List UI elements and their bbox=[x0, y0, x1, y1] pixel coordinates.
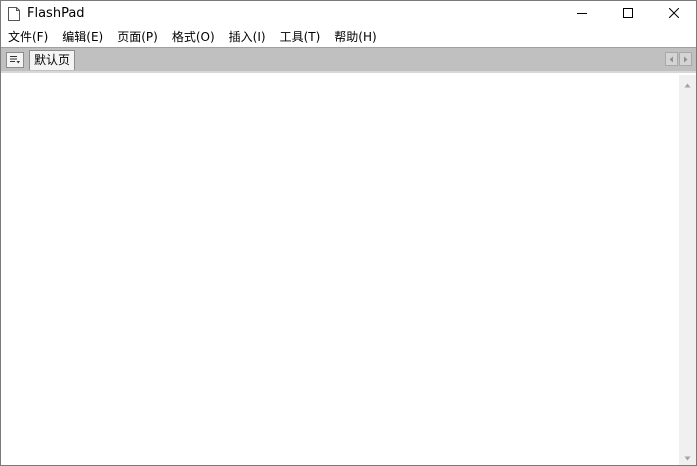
menu-file[interactable]: 文件(F) bbox=[1, 27, 55, 47]
menu-insert[interactable]: 插入(I) bbox=[222, 27, 273, 47]
vertical-scrollbar[interactable] bbox=[679, 75, 696, 465]
document-icon bbox=[7, 6, 21, 22]
triangle-down-icon bbox=[684, 450, 691, 464]
menu-page[interactable]: 页面(P) bbox=[110, 27, 165, 47]
tab-list-button[interactable] bbox=[6, 52, 24, 68]
title-bar[interactable]: FlashPad bbox=[1, 1, 696, 27]
minimize-icon bbox=[577, 7, 587, 21]
maximize-icon bbox=[623, 7, 633, 21]
close-button[interactable] bbox=[651, 1, 696, 27]
tab-scroll-left-button[interactable] bbox=[665, 52, 678, 66]
scroll-down-button[interactable] bbox=[679, 448, 696, 465]
menu-format[interactable]: 格式(O) bbox=[165, 27, 222, 47]
tab-scroll-right-button[interactable] bbox=[679, 52, 692, 66]
scroll-up-button[interactable] bbox=[679, 75, 696, 92]
app-window: FlashPad 文件(F) 编辑(E) 页面(P) 格式(O) 插入(I) 工… bbox=[0, 0, 697, 466]
menu-help[interactable]: 帮助(H) bbox=[327, 27, 383, 47]
maximize-button[interactable] bbox=[605, 1, 651, 27]
triangle-left-icon bbox=[669, 52, 674, 66]
tab-default-page[interactable]: 默认页 bbox=[29, 50, 76, 70]
editor-area bbox=[1, 71, 696, 465]
triangle-right-icon bbox=[683, 52, 688, 66]
list-menu-icon bbox=[9, 53, 21, 67]
menu-bar: 文件(F) 编辑(E) 页面(P) 格式(O) 插入(I) 工具(T) 帮助(H… bbox=[1, 27, 696, 47]
minimize-button[interactable] bbox=[559, 1, 605, 27]
triangle-up-icon bbox=[684, 77, 691, 91]
tab-strip: 默认页 bbox=[1, 47, 696, 71]
menu-edit[interactable]: 编辑(E) bbox=[55, 27, 110, 47]
editor-textarea[interactable] bbox=[3, 75, 675, 463]
close-icon bbox=[668, 7, 680, 21]
menu-tools[interactable]: 工具(T) bbox=[273, 27, 328, 47]
window-title: FlashPad bbox=[27, 6, 85, 21]
